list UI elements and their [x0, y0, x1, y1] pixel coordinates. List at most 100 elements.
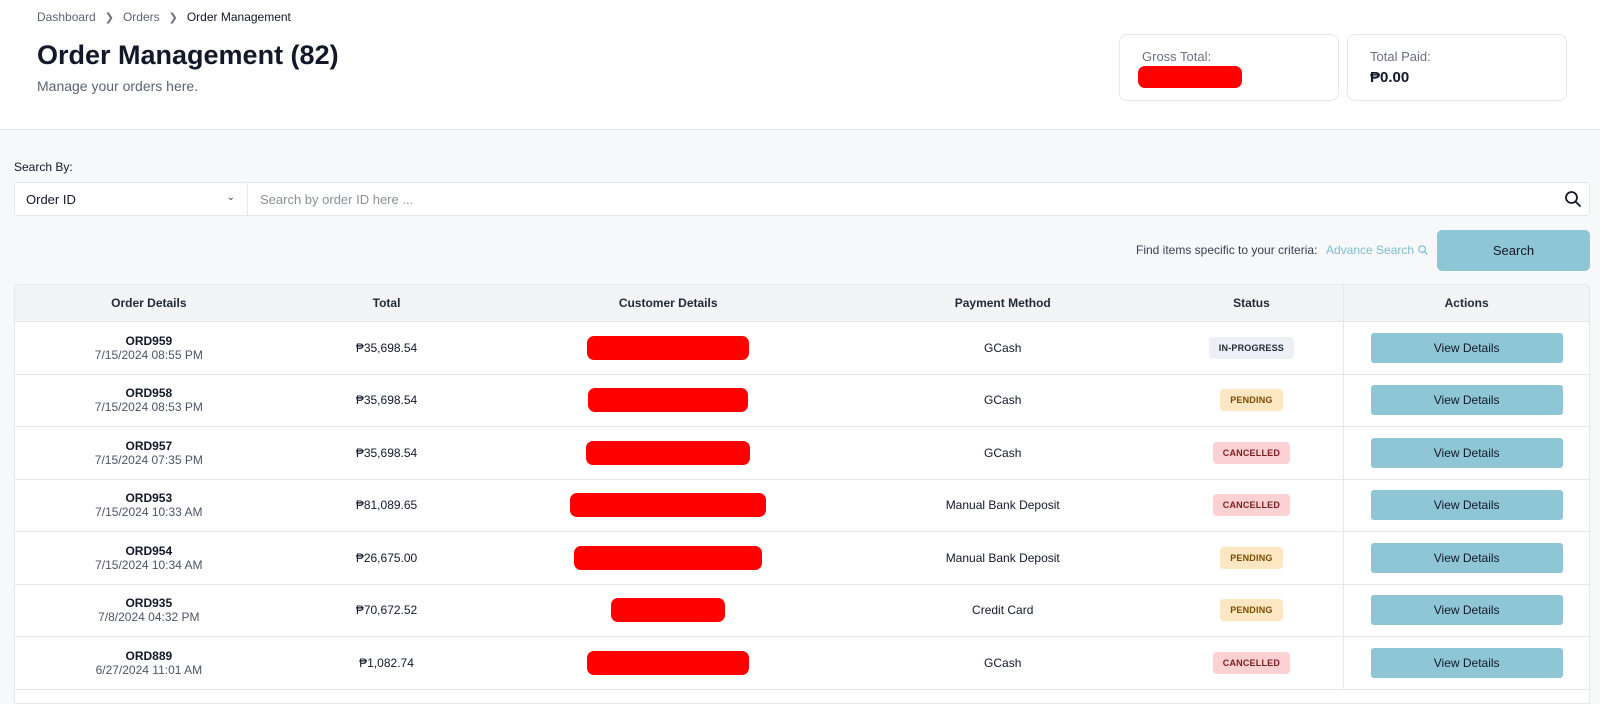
actions-cell: View Details [1343, 427, 1589, 479]
table-row: ORD957 7/15/2024 07:35 PM ₱35,698.54 GCash C… [15, 427, 1589, 480]
view-details-button[interactable]: View Details [1370, 647, 1563, 678]
total-paid-value: ₱0.00 [1370, 69, 1410, 86]
customer-details-cell [490, 585, 846, 637]
redacted-customer [570, 493, 767, 518]
payment-method: Credit Card [972, 603, 1034, 618]
view-details-button[interactable]: View Details [1370, 332, 1563, 363]
status-cell: PENDING [1160, 532, 1344, 584]
chevron-right-icon: ❯ [168, 11, 178, 24]
status-badge: PENDING [1220, 599, 1283, 622]
customer-details-cell [490, 427, 846, 479]
order-id: ORD935 [125, 596, 173, 611]
search-field-select[interactable]: Order ID ⌄ [15, 183, 248, 215]
status-cell: CANCELLED [1160, 637, 1344, 689]
table-row: ORD889 6/27/2024 11:01 AM ₱1,082.74 GCash CA… [15, 637, 1589, 690]
column-header: Status [1233, 296, 1270, 310]
breadcrumb-dashboard[interactable]: Dashboard [37, 10, 96, 24]
actions-cell: View Details [1343, 532, 1589, 584]
status-badge: PENDING [1220, 389, 1283, 412]
view-details-button[interactable]: View Details [1370, 385, 1563, 416]
order-id: ORD959 [125, 333, 173, 348]
search-by-label: Search By: [14, 160, 73, 174]
actions-cell: View Details [1343, 322, 1589, 374]
orders-table: Order Details Total Customer Details Pay… [14, 284, 1590, 704]
actions-cell: View Details [1343, 374, 1589, 426]
search-icon[interactable] [1563, 189, 1583, 209]
order-date: 7/15/2024 10:34 AM [95, 557, 203, 572]
order-total: ₱81,089.65 [355, 498, 418, 513]
breadcrumb-orders[interactable]: Orders [123, 10, 160, 24]
payment-method: GCash [984, 655, 1022, 670]
order-details-cell: ORD958 7/15/2024 08:53 PM [15, 375, 283, 427]
status-cell: CANCELLED [1160, 480, 1344, 532]
status-cell: IN-PROGRESS [1160, 322, 1344, 374]
search-bar: Order ID ⌄ [14, 182, 1590, 216]
payment-method: GCash [984, 340, 1022, 355]
payment-method: Manual Bank Deposit [945, 498, 1060, 513]
search-input[interactable] [248, 183, 1589, 215]
table-row: ORD959 7/15/2024 08:55 PM ₱35,698.54 GCash I… [15, 322, 1589, 375]
page-header: Dashboard ❯ Orders ❯ Order Management Or… [0, 0, 1600, 130]
view-details-button[interactable]: View Details [1370, 490, 1563, 521]
column-header: Actions [1343, 285, 1589, 321]
order-details-cell: ORD889 6/27/2024 11:01 AM [15, 637, 283, 689]
order-total: ₱35,698.54 [355, 393, 418, 408]
redacted-customer [586, 440, 751, 465]
redacted-customer [587, 650, 750, 675]
status-cell: PENDING [1160, 585, 1344, 637]
order-date: 7/15/2024 08:53 PM [94, 400, 203, 415]
status-badge: PENDING [1220, 546, 1283, 569]
table-row: ORD953 7/15/2024 10:33 AM ₱81,089.65 Manual… [15, 479, 1589, 532]
payment-method: GCash [984, 445, 1022, 460]
total-paid-label: Total Paid: [1370, 49, 1431, 64]
breadcrumb: Dashboard ❯ Orders ❯ Order Management [37, 10, 291, 24]
order-total: ₱26,675.00 [355, 550, 418, 565]
order-date: 7/8/2024 04:32 PM [98, 610, 200, 625]
chevron-down-icon: ⌄ [226, 192, 235, 203]
table-row: ORD954 7/15/2024 10:34 AM ₱26,675.00 Manual… [15, 532, 1589, 585]
order-id: ORD953 [125, 491, 173, 506]
order-details-cell: ORD953 7/15/2024 10:33 AM [15, 480, 283, 532]
status-cell: CANCELLED [1160, 427, 1344, 479]
advance-search-label: Advance Search [1326, 243, 1415, 257]
order-total: ₱35,698.54 [355, 445, 418, 460]
actions-cell: View Details [1343, 584, 1589, 636]
chevron-right-icon: ❯ [104, 11, 114, 24]
gross-total-label: Gross Total: [1142, 49, 1212, 64]
status-badge: CANCELLED [1212, 441, 1291, 464]
column-header: Total [372, 296, 401, 310]
page-title: Order Management (82) [37, 40, 339, 70]
table-row: ORD958 7/15/2024 08:53 PM ₱35,698.54 GCash P… [15, 374, 1589, 427]
order-id: ORD958 [125, 386, 173, 401]
column-header: Order Details [111, 296, 187, 310]
status-cell: PENDING [1160, 375, 1344, 427]
view-details-button[interactable]: View Details [1370, 595, 1563, 626]
advance-search-link[interactable]: Advance Search [1326, 243, 1429, 257]
customer-details-cell [490, 375, 846, 427]
view-details-button[interactable]: View Details [1370, 437, 1563, 468]
column-header: Customer Details [618, 296, 718, 310]
order-date: 6/27/2024 11:01 AM [95, 662, 203, 677]
order-details-cell: ORD957 7/15/2024 07:35 PM [15, 427, 283, 479]
customer-details-cell [490, 322, 846, 374]
payment-method: GCash [984, 393, 1022, 408]
order-details-cell: ORD954 7/15/2024 10:34 AM [15, 532, 283, 584]
payment-method: Manual Bank Deposit [945, 550, 1060, 565]
search-button[interactable]: Search [1437, 230, 1590, 271]
order-details-cell: ORD935 7/8/2024 04:32 PM [15, 585, 283, 637]
column-header: Payment Method [954, 296, 1051, 310]
redacted-value [1138, 66, 1242, 88]
redacted-customer [588, 388, 749, 413]
order-id: ORD889 [125, 648, 173, 663]
order-date: 7/15/2024 10:33 AM [95, 505, 203, 520]
customer-details-cell [490, 480, 846, 532]
order-id: ORD957 [125, 438, 173, 453]
status-badge: CANCELLED [1212, 651, 1291, 674]
breadcrumb-current: Order Management [186, 10, 291, 24]
search-field-value: Order ID [26, 192, 76, 207]
gross-total-card: Gross Total: [1119, 34, 1339, 101]
table-row: ORD935 7/8/2024 04:32 PM ₱70,672.52 Credit … [15, 584, 1589, 637]
order-details-cell: ORD959 7/15/2024 08:55 PM [15, 322, 283, 374]
view-details-button[interactable]: View Details [1370, 542, 1563, 573]
actions-cell: View Details [1343, 637, 1589, 689]
